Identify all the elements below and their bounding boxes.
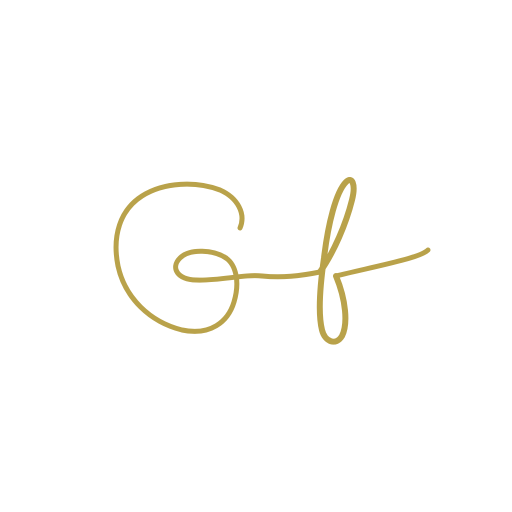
gf-script-monogram-icon: Gf — [113, 177, 431, 345]
logo-canvas: Gf — [0, 0, 512, 512]
letter-g-swash-loop — [173, 248, 265, 283]
letter-f-ascender-loop — [316, 177, 357, 345]
letter-f-crossbar-tail — [333, 247, 431, 279]
letter-connector-stroke — [259, 269, 323, 280]
